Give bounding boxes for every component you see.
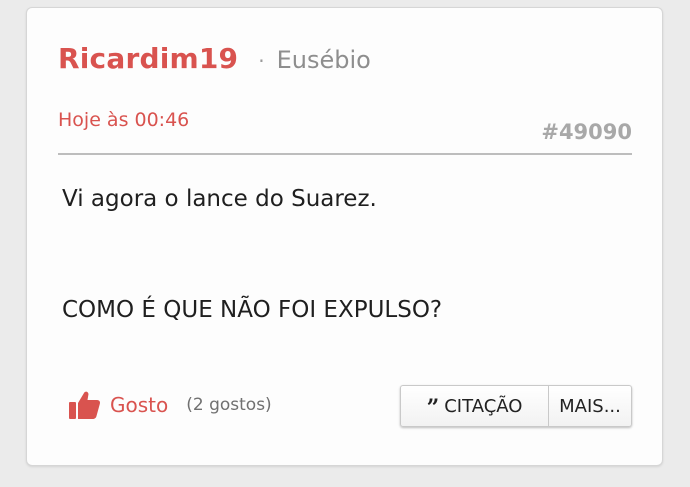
page: Ricardim19 · Eusébio Hoje às 00:46 #4909… bbox=[0, 0, 690, 487]
header-separator: · bbox=[258, 49, 265, 73]
like-count: (2 gostos) bbox=[186, 395, 272, 415]
post-body-line: COMO É QUE NÃO FOI EXPULSO? bbox=[62, 297, 443, 323]
quote-icon: ” bbox=[426, 395, 440, 421]
more-button-label: MAIS... bbox=[559, 395, 621, 417]
quote-button-label: CITAÇÃO bbox=[444, 395, 523, 417]
post-body-line: Vi agora o lance do Suarez. bbox=[62, 186, 377, 212]
like-button-label[interactable]: Gosto bbox=[110, 393, 168, 417]
author-rank: Eusébio bbox=[276, 46, 371, 74]
header-divider bbox=[58, 153, 632, 155]
post-action-buttons: ” CITAÇÃO MAIS... bbox=[400, 385, 632, 427]
thumbs-up-icon[interactable] bbox=[68, 388, 102, 422]
quote-button[interactable]: ” CITAÇÃO bbox=[400, 385, 549, 427]
author-link[interactable]: Ricardim19 bbox=[58, 42, 238, 75]
forum-post-card: Ricardim19 · Eusébio Hoje às 00:46 #4909… bbox=[26, 7, 663, 466]
more-button[interactable]: MAIS... bbox=[549, 385, 632, 427]
post-number-link[interactable]: #49090 bbox=[541, 120, 632, 144]
post-header: Ricardim19 · Eusébio bbox=[58, 42, 371, 75]
post-timestamp: Hoje às 00:46 bbox=[58, 109, 190, 131]
like-action[interactable]: Gosto (2 gostos) bbox=[68, 388, 272, 422]
